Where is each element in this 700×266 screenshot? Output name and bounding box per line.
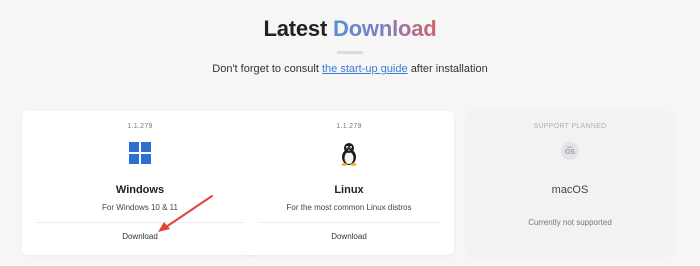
title-underline [337, 51, 363, 54]
macos-badge-icon: mac OS [561, 142, 579, 160]
title-plain: Latest [263, 16, 328, 41]
os-name: Windows [115, 184, 165, 196]
divider [258, 222, 440, 223]
subtitle-before: Don't forget to consult [212, 63, 319, 75]
version-label: 1.1.279 [336, 123, 362, 130]
linux-tux-icon [339, 142, 359, 171]
os-name: macOS [551, 184, 589, 196]
page-title: Latest Download [0, 16, 700, 42]
os-description: For the most common Linux distros [286, 203, 412, 212]
startup-guide-link[interactable]: the start-up guide [322, 63, 408, 75]
divider [36, 222, 244, 223]
download-button-linux[interactable]: Download [244, 232, 454, 241]
unsupported-note: Currently not supported [528, 218, 612, 227]
download-card-linux: 1.1.279 Linux For the most common Linux … [244, 111, 454, 255]
os-name: Linux [334, 184, 364, 196]
macos-badge-text: OS [564, 149, 576, 156]
os-description: For Windows 10 & 11 [102, 203, 178, 212]
subtitle: Don't forget to consult the start-up gui… [0, 63, 700, 75]
title-accent: Download [333, 16, 437, 41]
download-button-windows[interactable]: Download [22, 232, 258, 241]
download-card-macos: SUPPORT PLANNED mac OS macOS Currently n… [466, 111, 674, 255]
windows-logo-icon [129, 142, 151, 169]
support-status-label: SUPPORT PLANNED [533, 123, 607, 130]
version-label: 1.1.279 [127, 123, 153, 130]
subtitle-after: after installation [410, 63, 488, 75]
download-card-windows: 1.1.279 Windows For Windows 10 & 11 Down… [22, 111, 258, 255]
